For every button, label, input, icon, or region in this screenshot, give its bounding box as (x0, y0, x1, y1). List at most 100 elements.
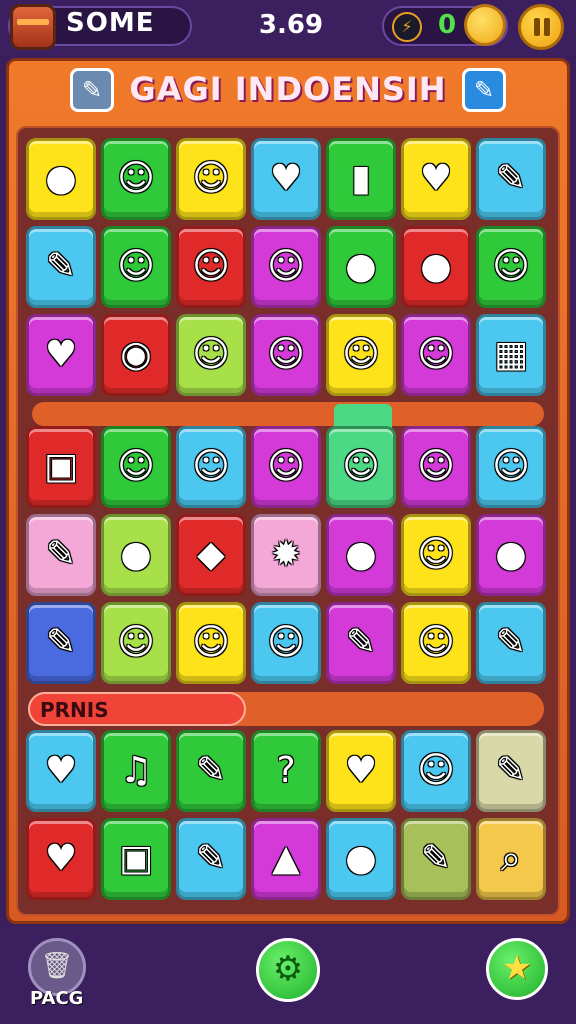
tile[interactable]: ☺ (251, 226, 321, 308)
tile[interactable]: ▲ (251, 818, 321, 900)
paint-icon: ✎ (81, 76, 103, 104)
lemon-face-icon: ☺ (342, 446, 380, 487)
game-title: GAGI INDOENSIH (129, 70, 447, 108)
tile[interactable]: ☺ (401, 314, 471, 396)
tile[interactable]: ☺ (101, 602, 171, 684)
settings-button[interactable]: ✎ (70, 68, 114, 112)
tile[interactable]: ☺ (326, 426, 396, 508)
crayon-icon: ✎ (495, 750, 527, 791)
tile[interactable]: ▣ (101, 818, 171, 900)
heart-icon: ♥ (44, 750, 78, 791)
tile[interactable]: ♥ (251, 138, 321, 220)
pencil-icon: ✎ (195, 838, 227, 879)
tile[interactable]: ♥ (26, 818, 96, 900)
balloon-icon: ● (345, 246, 377, 287)
tile[interactable]: ▦ (476, 314, 546, 396)
tile[interactable]: ✎ (476, 602, 546, 684)
crayon-icon: ✎ (45, 534, 77, 575)
tile[interactable]: ☺ (476, 226, 546, 308)
pencil-icon: ✎ (495, 158, 527, 199)
tile[interactable]: ☺ (176, 314, 246, 396)
tile[interactable]: ☺ (251, 314, 321, 396)
sign-icon: ▣ (43, 446, 78, 487)
tile[interactable]: ● (326, 226, 396, 308)
tile[interactable]: ☺ (101, 226, 171, 308)
tile[interactable]: ☺ (476, 426, 546, 508)
trash-icon: 🗑 (40, 951, 74, 981)
star-icon: ★ (501, 948, 533, 988)
ghost-face-icon: ☺ (267, 334, 305, 375)
tile[interactable]: ☺ (326, 314, 396, 396)
tile[interactable]: ✎ (476, 138, 546, 220)
tile[interactable]: ☺ (251, 602, 321, 684)
tile[interactable]: ▣ (26, 426, 96, 508)
apple-icon: ● (420, 246, 452, 287)
tile[interactable]: ✎ (176, 818, 246, 900)
potato-face-icon: ☺ (267, 622, 305, 663)
tile[interactable]: ♥ (401, 138, 471, 220)
blob-face-icon: ☺ (417, 622, 455, 663)
robot-face-icon: ☺ (117, 158, 155, 199)
tile[interactable]: ● (26, 138, 96, 220)
heart-icon: ♥ (44, 334, 78, 375)
tile[interactable]: ☺ (251, 426, 321, 508)
gear-icon: ⚙ (272, 949, 304, 989)
tile[interactable]: ● (401, 226, 471, 308)
tile[interactable]: ✎ (326, 602, 396, 684)
tile[interactable]: ✎ (401, 818, 471, 900)
tile[interactable]: ♥ (326, 730, 396, 812)
pause-button[interactable] (518, 4, 564, 50)
blob-face-icon: ☺ (342, 334, 380, 375)
tile[interactable]: ◉ (101, 314, 171, 396)
tile[interactable]: ● (476, 514, 546, 596)
tile[interactable]: ▮ (326, 138, 396, 220)
tile[interactable]: ☺ (401, 730, 471, 812)
tile[interactable]: ☺ (401, 514, 471, 596)
tile[interactable]: ⌕ (476, 818, 546, 900)
blob-face-icon: ☺ (192, 622, 230, 663)
tile[interactable]: ? (251, 730, 321, 812)
tile[interactable]: ✎ (26, 602, 96, 684)
pencil-icon: ✎ (45, 246, 77, 287)
star-button[interactable]: ★ (486, 938, 548, 1000)
tile[interactable]: ● (326, 818, 396, 900)
apple-icon: ● (495, 534, 527, 575)
tile[interactable]: ☺ (401, 602, 471, 684)
tile[interactable]: ✎ (26, 514, 96, 596)
tile[interactable]: ✎ (476, 730, 546, 812)
tile[interactable]: ☺ (176, 426, 246, 508)
eye-leaf-icon: ◉ (120, 334, 152, 375)
currency-icon: ⚡ (392, 12, 422, 42)
crayon-icon: ✎ (495, 622, 527, 663)
edit-button[interactable]: ✎ (462, 68, 506, 112)
score-display: 3.69 (258, 10, 324, 40)
tile[interactable]: ✎ (176, 730, 246, 812)
bag-icon: ● (120, 534, 152, 575)
tile[interactable]: ♫ (101, 730, 171, 812)
currency-count: 0 (438, 10, 457, 40)
robot-face-icon: ☺ (417, 446, 455, 487)
blob-face-icon: ☺ (492, 246, 530, 287)
tile[interactable]: ♥ (26, 314, 96, 396)
lemon-face-icon: ☺ (192, 158, 230, 199)
tile[interactable]: ✹ (251, 514, 321, 596)
question-mark-icon: ? (276, 750, 296, 791)
tile[interactable]: ☺ (101, 426, 171, 508)
tile[interactable]: ● (101, 514, 171, 596)
treasure-chest-icon[interactable] (10, 4, 56, 50)
coin-icon[interactable] (464, 4, 506, 46)
tile[interactable]: ☺ (176, 138, 246, 220)
tile[interactable]: ☺ (176, 226, 246, 308)
tile[interactable]: ☺ (176, 602, 246, 684)
bottle-icon: ▮ (351, 158, 371, 199)
tile[interactable]: ◆ (176, 514, 246, 596)
pencil-icon: ✎ (420, 838, 452, 879)
tile[interactable]: ● (326, 514, 396, 596)
gear-button[interactable]: ⚙ (256, 938, 320, 1002)
tile[interactable]: ✎ (26, 226, 96, 308)
tile[interactable]: ☺ (401, 426, 471, 508)
tile[interactable]: ♥ (26, 730, 96, 812)
banner-label: PRNIS (40, 698, 109, 722)
strawberry-face-icon: ☺ (117, 446, 155, 487)
tile[interactable]: ☺ (101, 138, 171, 220)
